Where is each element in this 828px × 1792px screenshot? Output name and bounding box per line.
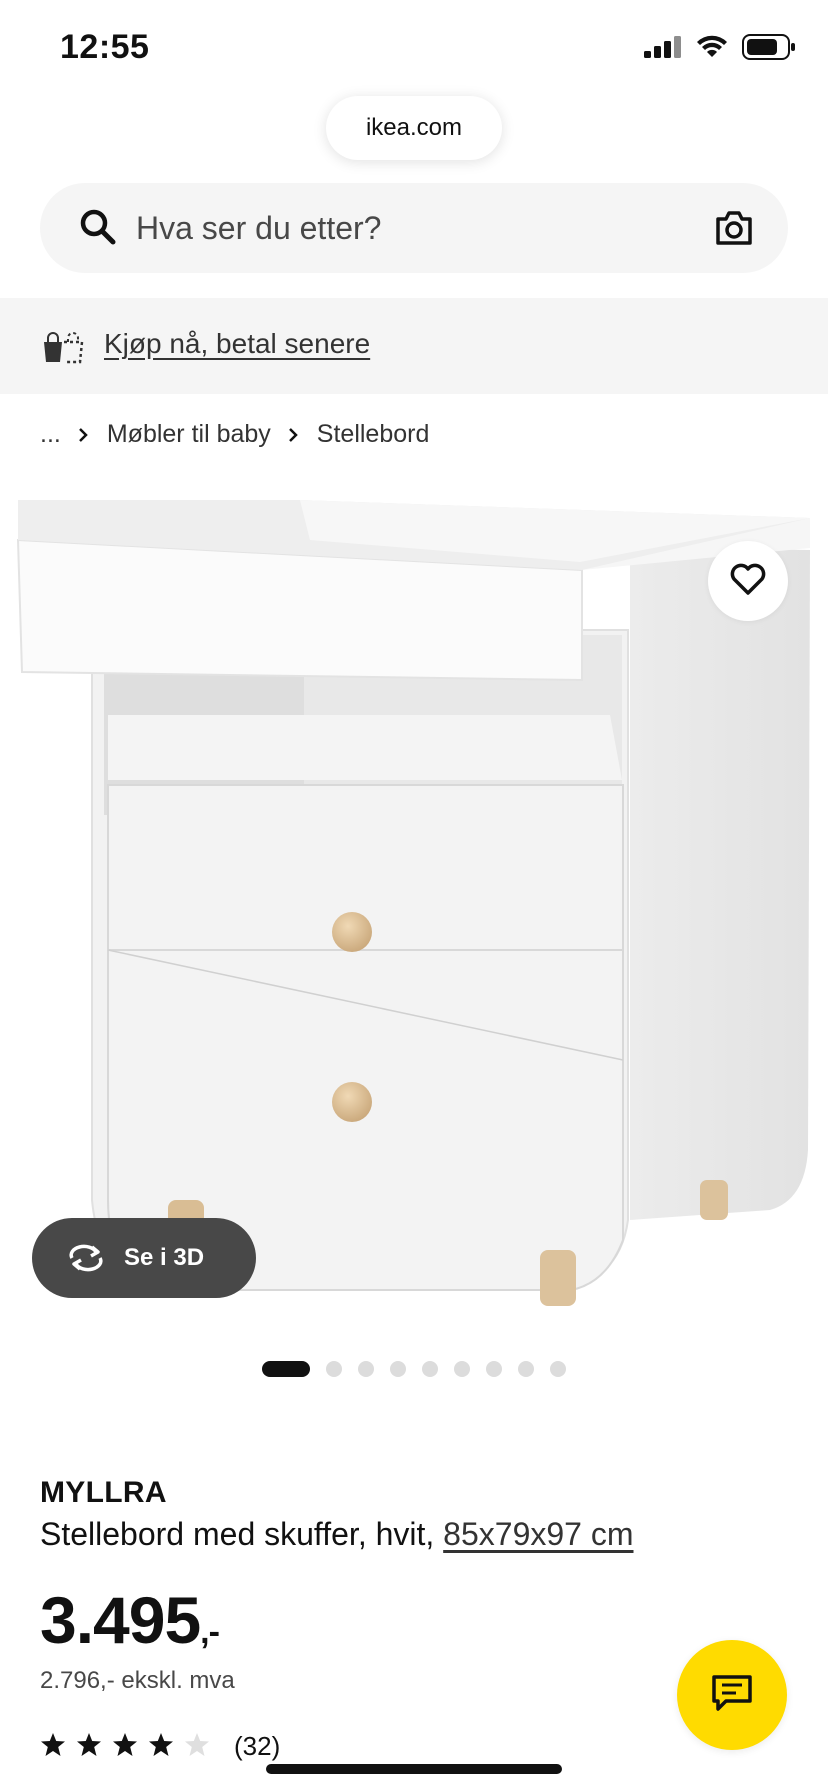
- price-value: 3.495: [40, 1583, 201, 1657]
- product-size-link[interactable]: 85x79x97 cm: [443, 1516, 633, 1552]
- home-indicator[interactable]: [266, 1764, 562, 1774]
- carousel-dot[interactable]: [326, 1361, 342, 1377]
- promo-banner[interactable]: Kjøp nå, betal senere: [0, 298, 828, 394]
- carousel-dot[interactable]: [358, 1361, 374, 1377]
- carousel-dot[interactable]: [518, 1361, 534, 1377]
- breadcrumb-baby-furniture[interactable]: Møbler til baby: [107, 420, 271, 449]
- wifi-icon: [697, 35, 727, 57]
- star-filled-icon: [76, 1732, 102, 1762]
- favorite-button[interactable]: [708, 541, 788, 621]
- chat-button[interactable]: [677, 1640, 787, 1750]
- price-suffix: ,-: [200, 1613, 220, 1651]
- battery-icon: [742, 34, 795, 60]
- rotate-3d-icon: [66, 1244, 106, 1272]
- shopping-bag-icon: [42, 328, 86, 369]
- product-rating[interactable]: (32): [40, 1731, 280, 1762]
- status-time: 12:55: [60, 28, 150, 66]
- search-icon: [78, 207, 118, 252]
- search-bar[interactable]: [40, 183, 788, 273]
- carousel-dot[interactable]: [422, 1361, 438, 1377]
- star-filled-icon: [112, 1732, 138, 1762]
- pay-later-link[interactable]: Kjøp nå, betal senere: [104, 328, 370, 360]
- heart-icon: [730, 562, 766, 601]
- carousel-dot[interactable]: [550, 1361, 566, 1377]
- carousel-dot[interactable]: [486, 1361, 502, 1377]
- url-bar[interactable]: ikea.com: [326, 96, 502, 160]
- status-icons: [644, 34, 796, 60]
- product-description: Stellebord med skuffer, hvit, 85x79x97 c…: [40, 1516, 634, 1553]
- carousel-dot-active[interactable]: [262, 1361, 310, 1377]
- star-filled-icon: [40, 1732, 66, 1762]
- chevron-right-icon: [77, 427, 89, 443]
- chat-bubble-icon: [710, 1673, 754, 1718]
- carousel-dot[interactable]: [390, 1361, 406, 1377]
- star-empty-icon: [184, 1732, 210, 1762]
- view-3d-label: Se i 3D: [124, 1244, 205, 1271]
- breadcrumb-more[interactable]: ...: [40, 420, 61, 449]
- product-description-text: Stellebord med skuffer, hvit,: [40, 1516, 444, 1552]
- star-filled-icon: [148, 1732, 174, 1762]
- image-carousel-indicator[interactable]: [262, 1361, 566, 1377]
- product-image[interactable]: [0, 500, 828, 1330]
- camera-icon[interactable]: [714, 209, 754, 252]
- review-count[interactable]: (32): [234, 1731, 280, 1762]
- carousel-dot[interactable]: [454, 1361, 470, 1377]
- signal-icon: [644, 36, 681, 58]
- price-ex-vat: 2.796,- ekskl. mva: [40, 1667, 235, 1694]
- chevron-right-icon: [287, 427, 299, 443]
- view-3d-button[interactable]: Se i 3D: [32, 1218, 256, 1298]
- url-text: ikea.com: [365, 114, 463, 141]
- breadcrumb: ... Møbler til baby Stellebord: [40, 420, 429, 449]
- product-name: MYLLRA: [40, 1476, 167, 1509]
- product-price: 3.495,-: [40, 1582, 220, 1658]
- breadcrumb-changing-table[interactable]: Stellebord: [317, 420, 430, 449]
- search-input[interactable]: [136, 183, 696, 273]
